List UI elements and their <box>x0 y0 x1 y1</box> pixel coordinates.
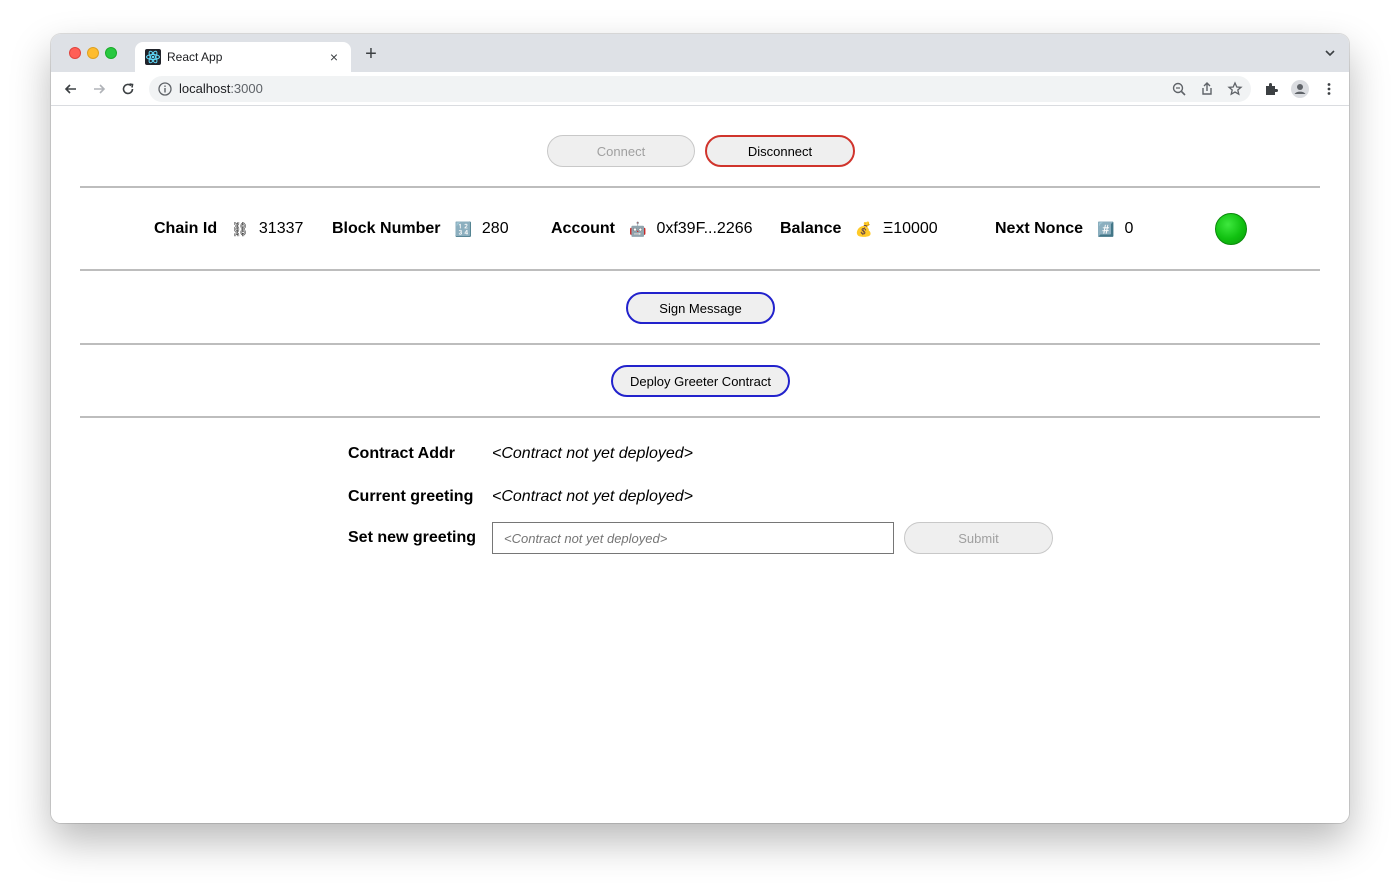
forward-arrow-icon[interactable] <box>89 79 109 99</box>
deploy-greeter-button[interactable]: Deploy Greeter Contract <box>611 365 790 397</box>
profile-avatar-icon[interactable] <box>1290 79 1310 99</box>
next-nonce-value: 0 <box>1124 220 1134 237</box>
account-label: Account <box>551 220 615 237</box>
bookmark-star-icon[interactable] <box>1227 81 1243 97</box>
current-greeting-label: Current greeting <box>348 488 474 505</box>
connect-button[interactable]: Connect <box>547 135 695 167</box>
balance-info: Balance 💰 Ξ10000 <box>780 220 938 238</box>
info-icon[interactable] <box>157 81 173 97</box>
new-greeting-input[interactable] <box>492 522 894 554</box>
react-logo-icon <box>145 49 161 65</box>
share-icon[interactable] <box>1199 81 1215 97</box>
contract-addr-value: <Contract not yet deployed> <box>492 445 694 462</box>
divider <box>80 416 1320 418</box>
disconnect-button[interactable]: Disconnect <box>705 135 855 167</box>
chain-link-icon: ⛓ <box>231 220 249 237</box>
account-info: Account 🤖 0xf39F...2266 <box>551 220 753 238</box>
next-nonce-info: Next Nonce #️⃣ 0 <box>995 220 1133 238</box>
connection-status-indicator <box>1215 213 1247 245</box>
back-arrow-icon[interactable] <box>61 79 81 99</box>
set-greeting-label: Set new greeting <box>348 529 477 546</box>
browser-toolbar: localhost:3000 <box>51 72 1349 106</box>
block-number-label: Block Number <box>332 220 441 237</box>
money-bag-icon: 💰 <box>855 220 873 237</box>
chain-id-info: Chain Id ⛓ 31337 <box>154 220 303 238</box>
tab-react-app[interactable]: React App × <box>135 42 351 72</box>
sign-message-button[interactable]: Sign Message <box>626 292 775 324</box>
new-tab-button[interactable]: + <box>361 44 381 65</box>
chain-id-label: Chain Id <box>154 220 218 237</box>
tab-strip: React App × + <box>51 34 1349 72</box>
divider <box>80 343 1320 345</box>
tab-title: React App <box>167 50 223 64</box>
block-number-value: 280 <box>481 220 509 237</box>
minimize-window-button[interactable] <box>87 47 99 59</box>
page-content: Connect Disconnect Chain Id ⛓ 31337 Bloc… <box>51 106 1349 823</box>
extensions-puzzle-icon[interactable] <box>1261 79 1281 99</box>
account-value: 0xf39F...2266 <box>656 220 753 237</box>
chevron-down-icon[interactable] <box>1323 46 1337 60</box>
more-options-icon[interactable] <box>1319 79 1339 99</box>
balance-label: Balance <box>780 220 842 237</box>
reload-icon[interactable] <box>118 79 138 99</box>
next-nonce-label: Next Nonce <box>995 220 1084 237</box>
chain-id-value: 31337 <box>258 220 304 237</box>
block-number-info: Block Number 🔢 280 <box>332 220 509 238</box>
tab-close-icon[interactable]: × <box>325 48 343 66</box>
current-greeting-value: <Contract not yet deployed> <box>492 488 694 505</box>
submit-button[interactable]: Submit <box>904 522 1053 554</box>
divider <box>80 186 1320 188</box>
contract-addr-label: Contract Addr <box>348 445 455 462</box>
balance-value: Ξ10000 <box>882 220 938 237</box>
divider <box>80 269 1320 271</box>
address-bar[interactable]: localhost:3000 <box>149 76 1251 102</box>
close-window-button[interactable] <box>69 47 81 59</box>
hash-icon: #️⃣ <box>1097 220 1115 237</box>
url-text: localhost:3000 <box>179 81 263 96</box>
zoom-icon[interactable] <box>1171 81 1187 97</box>
browser-window: React App × + localhost:3000 Connect Dis… <box>51 34 1349 823</box>
maximize-window-button[interactable] <box>105 47 117 59</box>
numbers-icon: 🔢 <box>454 220 472 237</box>
robot-icon: 🤖 <box>629 220 647 237</box>
